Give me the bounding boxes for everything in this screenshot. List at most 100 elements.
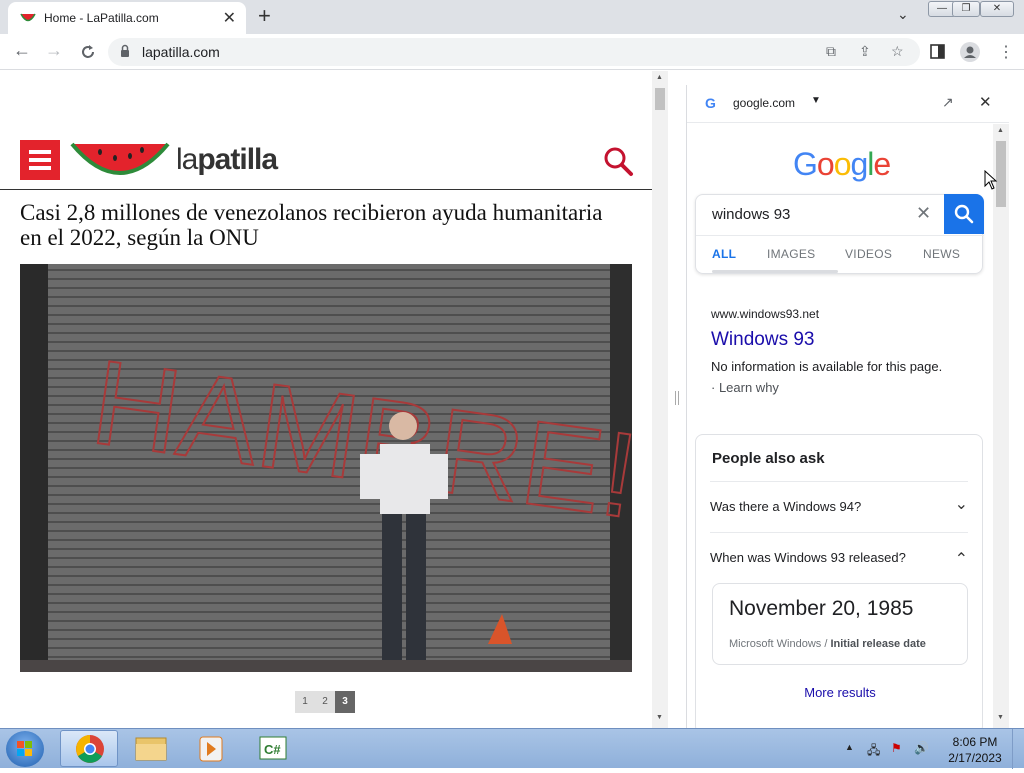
address-bar[interactable]: lapatilla.com xyxy=(108,38,920,66)
tray-expand-icon[interactable]: ▲ xyxy=(845,742,854,752)
csharp-icon: C# xyxy=(259,736,287,760)
logo-light-text: la xyxy=(176,143,198,176)
window-close-button[interactable]: ✕ xyxy=(980,1,1014,17)
profile-avatar-icon[interactable] xyxy=(960,42,980,62)
forward-icon[interactable]: → xyxy=(42,40,66,61)
paa-heading: People also ask xyxy=(712,450,825,467)
side-panel-icon[interactable] xyxy=(930,44,945,59)
page-scrollbar[interactable]: ▲ ▼ xyxy=(652,71,668,728)
answer-source: Microsoft Windows / Initial release date xyxy=(729,638,926,650)
panel-resize-handle[interactable] xyxy=(668,71,686,728)
google-results: Google windows 93 ✕ ALL IMAGES VIDEOS NE… xyxy=(687,124,993,728)
tab-close-icon[interactable]: ✕ xyxy=(223,8,236,28)
google-g-icon: G xyxy=(705,95,716,111)
url-text[interactable]: lapatilla.com xyxy=(142,44,220,60)
google-logo-letter: o xyxy=(816,146,835,182)
grip-icon xyxy=(675,391,679,405)
scroll-up-arrow-icon[interactable]: ▲ xyxy=(656,74,663,81)
watermelon-logo-icon xyxy=(70,142,170,175)
logo-bold-text: patilla xyxy=(197,143,278,176)
site-dropdown-icon[interactable]: ▼ xyxy=(811,95,821,106)
google-logo-letter: o xyxy=(833,146,852,182)
mouse-pointer-icon xyxy=(984,170,998,190)
start-button[interactable] xyxy=(6,731,44,767)
site-search-icon[interactable] xyxy=(602,145,634,177)
taskbar-media-player[interactable] xyxy=(182,730,240,767)
svg-text:C#: C# xyxy=(264,742,281,757)
taskbar-clock[interactable]: 8:06 PM 2/17/2023 xyxy=(940,734,1010,766)
kebab-menu-icon[interactable]: ⋮ xyxy=(998,42,1014,62)
tab-strip: Home - LaPatilla.com ✕ + ⌄ — ❐ ✕ xyxy=(0,0,1024,34)
translate-icon[interactable]: ⧉ xyxy=(826,43,836,60)
panel-site-label[interactable]: google.com xyxy=(733,96,795,110)
paa-question-text: Was there a Windows 94? xyxy=(710,499,862,514)
search-input[interactable]: windows 93 xyxy=(712,206,790,223)
tab-images[interactable]: IMAGES xyxy=(767,247,815,261)
network-icon[interactable]: 🖧 xyxy=(867,741,880,762)
result-title-link[interactable]: Windows 93 xyxy=(711,329,981,351)
open-in-new-tab-icon[interactable]: ↗ xyxy=(942,94,954,111)
volume-icon[interactable]: 🔊 xyxy=(914,741,929,755)
tab-title: Home - LaPatilla.com xyxy=(44,11,159,25)
page-1-button[interactable]: 1 xyxy=(295,691,315,713)
windows-logo-icon xyxy=(17,741,32,756)
people-also-ask-card: People also ask Was there a Windows 94? … xyxy=(695,434,983,728)
search-tabs: ALL IMAGES VIDEOS NEWS xyxy=(696,235,984,274)
share-icon[interactable]: ⇪ xyxy=(859,43,871,60)
google-logo-letter: g xyxy=(850,146,868,182)
clear-search-icon[interactable]: ✕ xyxy=(916,203,931,224)
folder-icon xyxy=(135,737,167,761)
page-2-button[interactable]: 2 xyxy=(315,691,335,713)
watermelon-favicon-icon xyxy=(20,13,36,22)
taskbar-explorer[interactable] xyxy=(122,730,180,767)
paa-question-2[interactable]: When was Windows 93 released? ⌃ xyxy=(710,533,968,583)
google-search-box: windows 93 ✕ ALL IMAGES VIDEOS NEWS xyxy=(695,194,984,274)
header-divider xyxy=(0,189,652,190)
chevron-down-icon: ⌄ xyxy=(954,496,968,513)
lock-icon[interactable] xyxy=(120,44,130,58)
google-logo-letter: e xyxy=(873,146,891,182)
more-results-link[interactable]: More results xyxy=(696,685,984,700)
web-page: lapatilla Casi 2,8 millones de venezolan… xyxy=(0,71,652,728)
reload-icon[interactable] xyxy=(76,43,100,61)
scroll-down-arrow-icon[interactable]: ▼ xyxy=(656,714,663,721)
show-desktop-button[interactable] xyxy=(1012,729,1024,769)
answer-date: November 20, 1985 xyxy=(729,597,914,620)
action-center-icon[interactable]: ⚑ xyxy=(891,741,902,755)
scroll-down-arrow-icon[interactable]: ▼ xyxy=(997,714,1004,721)
chrome-icon xyxy=(76,735,104,763)
learn-why-link[interactable]: · Learn why xyxy=(711,380,981,395)
article-photo[interactable]: HAMBRE!! xyxy=(20,264,632,672)
page-scroll-thumb[interactable] xyxy=(655,88,665,110)
tab-news[interactable]: NEWS xyxy=(923,247,960,261)
panel-close-icon[interactable]: ✕ xyxy=(979,93,992,111)
page-3-button[interactable]: 3 xyxy=(335,691,355,713)
paa-question-1[interactable]: Was there a Windows 94? ⌄ xyxy=(710,482,968,532)
scroll-up-arrow-icon[interactable]: ▲ xyxy=(997,127,1004,134)
site-logo[interactable]: lapatilla xyxy=(176,143,278,177)
article-headline[interactable]: Casi 2,8 millones de venezolanos recibie… xyxy=(20,200,620,250)
taskbar-csharp-app[interactable]: C# xyxy=(244,730,302,767)
browser-tab[interactable]: Home - LaPatilla.com ✕ xyxy=(8,2,246,34)
browser-toolbar: ← → lapatilla.com ⧉ ⇪ ☆ ⋮ xyxy=(0,34,1024,70)
media-player-icon xyxy=(199,736,223,762)
tab-all[interactable]: ALL xyxy=(712,247,736,261)
tab-search-icon[interactable]: ⌄ xyxy=(897,6,909,23)
restore-button[interactable]: ❐ xyxy=(952,1,980,17)
new-tab-button[interactable]: + xyxy=(258,3,271,29)
result-snippet: No information is available for this pag… xyxy=(711,359,943,374)
result-url[interactable]: www.windows93.net xyxy=(711,307,981,321)
back-icon[interactable]: ← xyxy=(10,40,34,61)
google-logo-letter: G xyxy=(793,146,818,182)
tabs-scroll-indicator xyxy=(712,270,838,273)
taskbar-chrome[interactable] xyxy=(60,730,118,767)
windows-taskbar: C# ▲ 🖧 ⚑ 🔊 8:06 PM 2/17/2023 xyxy=(0,728,1024,769)
site-menu-button[interactable] xyxy=(20,140,60,180)
search-button[interactable] xyxy=(944,194,984,234)
bookmark-star-icon[interactable]: ☆ xyxy=(891,43,904,60)
clock-time: 8:06 PM xyxy=(952,735,998,749)
google-logo: Google xyxy=(793,146,891,183)
tab-videos[interactable]: VIDEOS xyxy=(845,247,892,261)
panel-scrollbar[interactable]: ▲ ▼ xyxy=(993,124,1009,728)
answer-attribute: Initial release date xyxy=(830,638,926,650)
